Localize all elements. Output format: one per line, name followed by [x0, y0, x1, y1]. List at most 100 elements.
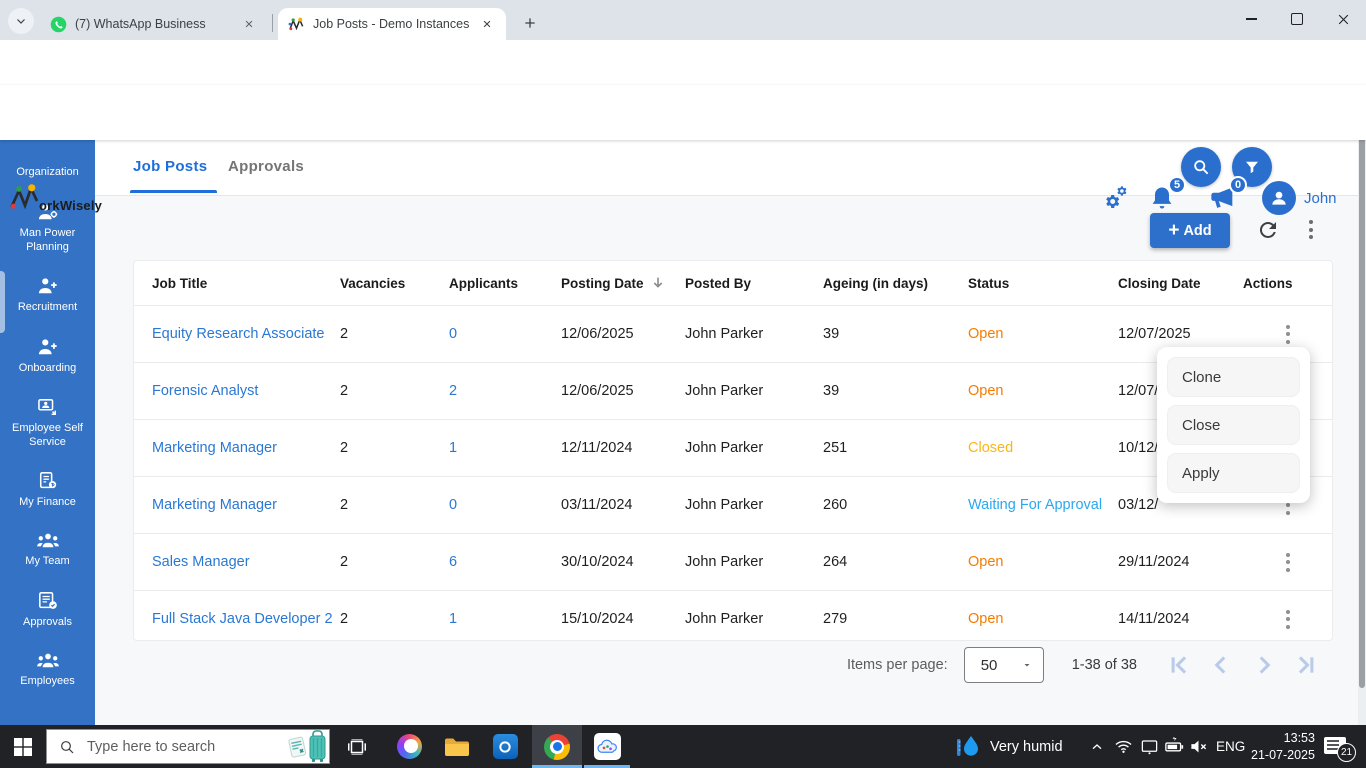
sidebar-item-organization[interactable]: Organization — [0, 166, 95, 180]
tab-approvals[interactable]: Approvals — [228, 140, 304, 192]
notification-count-badge: 21 — [1337, 742, 1356, 762]
table-row: Sales Manager 2 6 30/10/2024 John Parker… — [134, 533, 1332, 590]
sidebar-nav: Organization Man Power Planning Recruitm… — [0, 140, 95, 725]
tab-job-posts[interactable]: Job Posts — [129, 140, 218, 193]
items-per-page-select[interactable]: 50 — [963, 647, 1044, 683]
table-row: Forensic Analyst 2 2 12/06/2025 John Par… — [134, 362, 1332, 419]
brand-text: orkWisely — [39, 198, 103, 213]
wifi-icon[interactable] — [1114, 725, 1133, 768]
applicants-link[interactable]: 1 — [449, 440, 561, 456]
hrapp-cloud-button[interactable] — [584, 725, 630, 768]
menu-item-clone[interactable]: Clone — [1167, 357, 1300, 397]
new-tab-icon[interactable] — [516, 9, 544, 37]
start-button[interactable] — [0, 725, 46, 768]
job-title-link[interactable]: Sales Manager — [152, 554, 340, 570]
sidebar-item-my-team[interactable]: My Team — [0, 532, 95, 569]
next-page-icon[interactable] — [1251, 652, 1277, 678]
search-icon — [1191, 157, 1211, 177]
task-view-icon — [346, 736, 368, 758]
time-text: 13:53 — [1283, 730, 1315, 745]
sidebar-item-my-finance[interactable]: My Finance — [0, 471, 95, 510]
browser-tab-whatsapp[interactable]: (7) WhatsApp Business — [40, 8, 268, 40]
window-minimize-button[interactable] — [1228, 0, 1274, 38]
job-title-link[interactable]: Equity Research Associate — [152, 326, 340, 342]
clock-widget[interactable]: 13:53 21-07-2025 — [1251, 725, 1315, 768]
tray-chevron-up-icon[interactable] — [1089, 725, 1105, 768]
battery-icon[interactable] — [1164, 725, 1185, 768]
previous-page-icon[interactable] — [1208, 652, 1234, 678]
search-highlight-luggage-icon[interactable] — [286, 730, 330, 763]
taskbar-search-input[interactable] — [85, 737, 276, 756]
user-avatar-icon — [1262, 181, 1296, 215]
chrome-button[interactable] — [532, 725, 582, 768]
notifications-bell-icon[interactable]: 5 — [1148, 176, 1186, 214]
sort-desc-arrow-icon[interactable] — [650, 275, 666, 291]
date-text: 21-07-2025 — [1251, 747, 1315, 762]
tab-close-icon[interactable] — [240, 15, 258, 33]
task-view-button[interactable] — [334, 725, 380, 768]
row-actions-kebab-icon[interactable] — [1285, 609, 1290, 629]
table-row: Marketing Manager 2 0 03/11/2024 John Pa… — [134, 476, 1332, 533]
ess-icon — [37, 398, 59, 417]
refresh-icon[interactable] — [1256, 218, 1280, 242]
tab-close-icon[interactable] — [478, 15, 496, 33]
outlook-icon — [492, 734, 518, 759]
cast-display-icon[interactable] — [1140, 725, 1159, 768]
menu-item-apply[interactable]: Apply — [1167, 453, 1300, 493]
applicants-link[interactable]: 2 — [449, 383, 561, 399]
row-actions-kebab-icon[interactable] — [1285, 552, 1290, 572]
table-row: Equity Research Associate 2 0 12/06/2025… — [134, 305, 1332, 362]
outlook-button[interactable] — [482, 725, 528, 768]
settings-gears-icon[interactable] — [1103, 184, 1133, 214]
sidebar-item-onboarding[interactable]: Onboarding — [0, 337, 95, 376]
recruitment-icon — [37, 276, 59, 296]
applicants-link[interactable]: 0 — [449, 497, 561, 513]
browser-tab-jobposts[interactable]: Job Posts - Demo Instances | HR — [278, 8, 506, 40]
filter-icon — [1243, 158, 1261, 176]
team-icon — [36, 532, 60, 550]
applicants-link[interactable]: 1 — [449, 611, 561, 627]
tab-search-chevron-icon[interactable] — [8, 8, 34, 34]
last-page-icon[interactable] — [1294, 652, 1320, 678]
window-close-button[interactable] — [1320, 0, 1366, 38]
taskbar-search-box[interactable] — [46, 729, 330, 764]
applicants-link[interactable]: 6 — [449, 554, 561, 570]
page-scrollbar[interactable] — [1358, 85, 1366, 725]
applicants-link[interactable]: 0 — [449, 326, 561, 342]
weather-text: Very humid — [990, 738, 1063, 755]
sidebar-item-employees[interactable]: Employees — [0, 652, 95, 689]
weather-widget[interactable]: Very humid — [956, 725, 1063, 768]
menu-item-close[interactable]: Close — [1167, 405, 1300, 445]
posting-date-sort-header[interactable]: Posting Date — [561, 275, 685, 291]
announcements-megaphone-icon[interactable]: 0 — [1209, 176, 1247, 214]
row-actions-kebab-icon[interactable] — [1285, 324, 1290, 344]
language-indicator[interactable]: ENG — [1216, 725, 1245, 768]
copilot-button[interactable] — [386, 725, 432, 768]
sidebar-item-approvals[interactable]: Approvals — [0, 591, 95, 630]
add-button[interactable]: + Add — [1150, 213, 1230, 248]
sidebar-scrollbar-thumb[interactable] — [0, 271, 5, 333]
job-title-link[interactable]: Marketing Manager — [152, 497, 340, 513]
window-maximize-button[interactable] — [1274, 0, 1320, 38]
file-explorer-button[interactable] — [434, 725, 480, 768]
notification-center-button[interactable]: 21 — [1324, 725, 1356, 768]
search-button[interactable] — [1181, 147, 1221, 187]
browser-toolbar: showpeople.hrapp.co/v3/recruitment/job-p… — [0, 40, 1366, 119]
job-title-link[interactable]: Forensic Analyst — [152, 383, 340, 399]
job-posts-table: Job Title Vacancies Applicants Posting D… — [133, 260, 1333, 641]
screen: (7) WhatsApp Business Job Posts - Demo I… — [0, 0, 1366, 768]
scrollbar-thumb[interactable] — [1359, 93, 1365, 688]
tab-separator — [272, 14, 273, 32]
table-row: Marketing Manager 2 1 12/11/2024 John Pa… — [134, 419, 1332, 476]
user-menu[interactable]: John — [1262, 181, 1337, 215]
volume-muted-icon[interactable] — [1189, 725, 1208, 768]
sidebar-item-recruitment[interactable]: Recruitment — [0, 276, 95, 315]
status-badge: Open — [968, 326, 1004, 342]
announcements-badge: 0 — [1229, 176, 1247, 194]
sidebar-item-employee-self-service[interactable]: Employee Self Service — [0, 398, 95, 450]
job-title-link[interactable]: Marketing Manager — [152, 440, 340, 456]
table-options-kebab-icon[interactable] — [1309, 220, 1313, 239]
file-explorer-icon — [444, 736, 470, 758]
job-title-link[interactable]: Full Stack Java Developer 2 — [152, 611, 340, 627]
first-page-icon[interactable] — [1165, 652, 1191, 678]
